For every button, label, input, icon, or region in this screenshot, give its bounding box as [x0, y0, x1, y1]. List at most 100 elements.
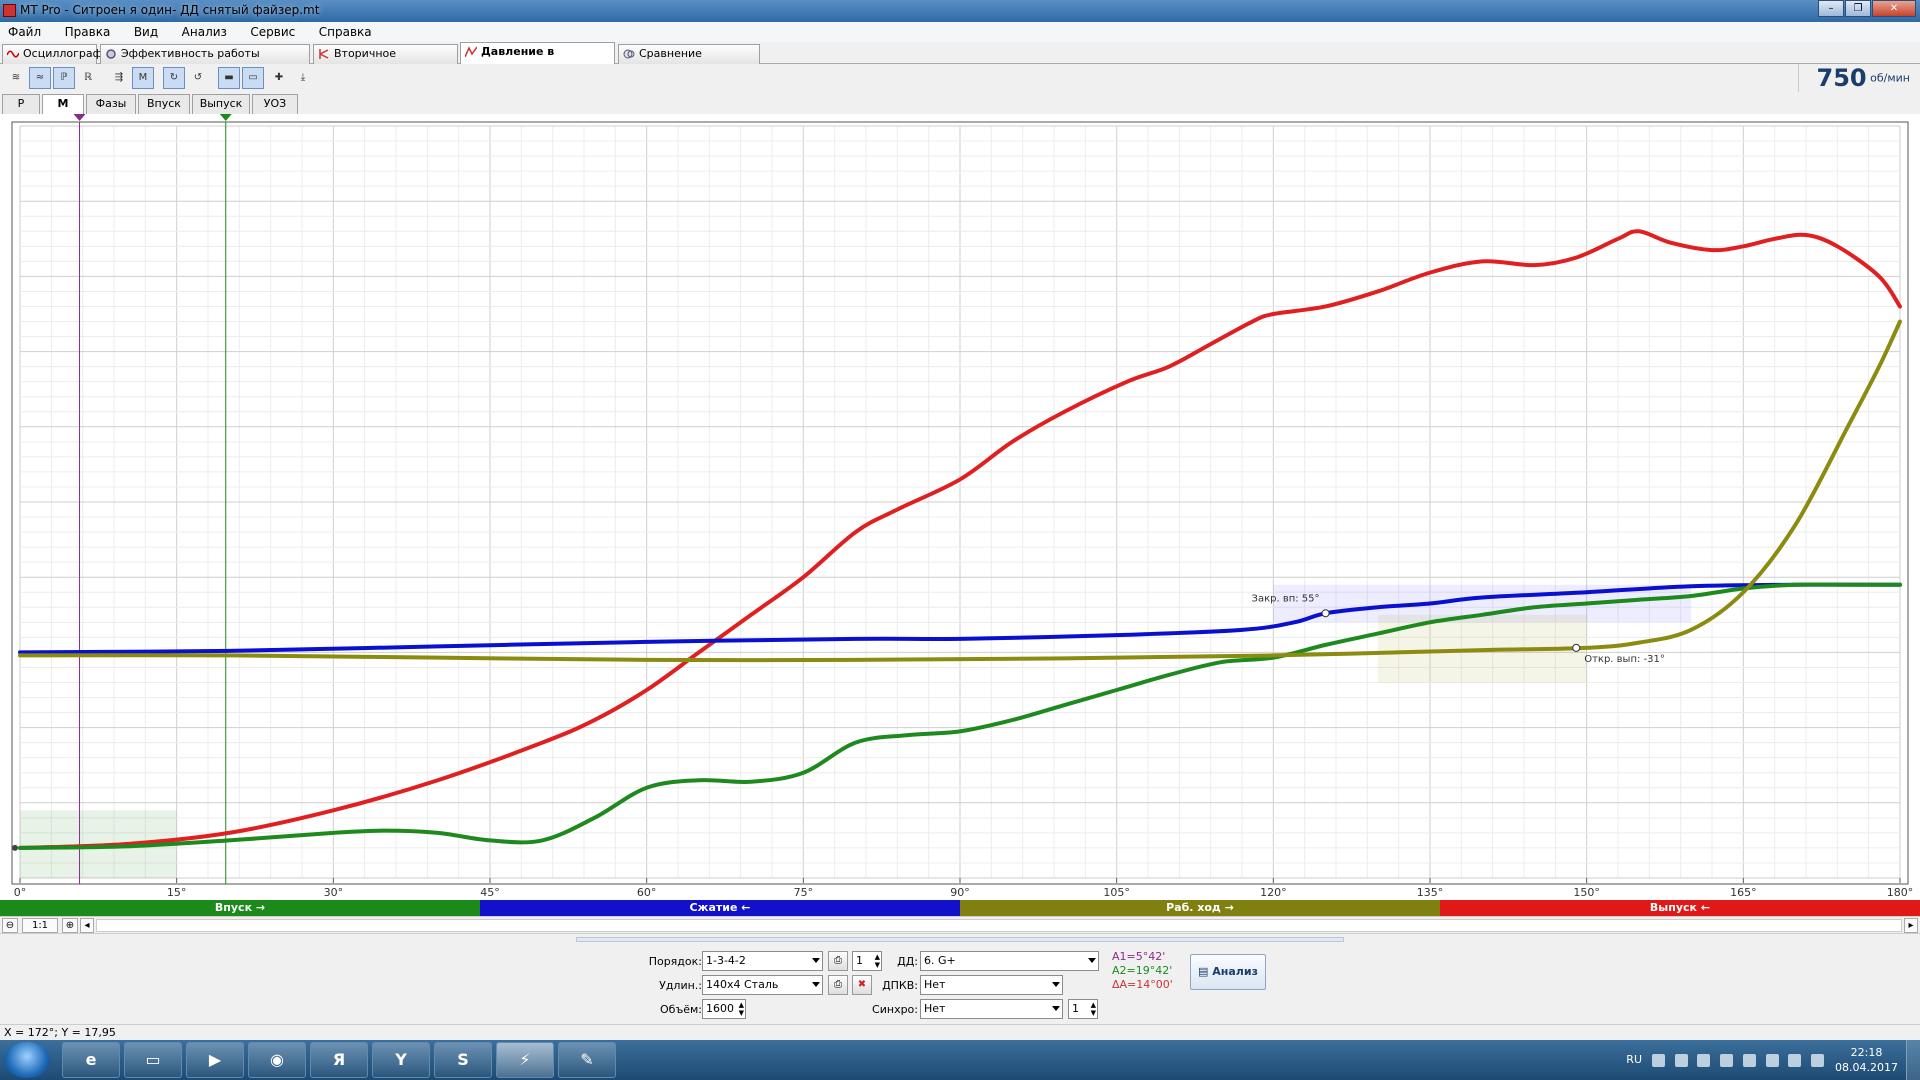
analyze-button[interactable]: ▤ Анализ — [1190, 954, 1266, 990]
antivirus-tray-icon[interactable] — [1697, 1054, 1711, 1067]
x-tick-label: 165° — [1730, 886, 1757, 899]
marker-tool-icon[interactable]: ⇶ — [108, 67, 130, 89]
marker-m-tool-icon[interactable]: M — [132, 67, 154, 89]
volume-spinner[interactable]: 1600 ▲ ▼ — [702, 999, 746, 1019]
order-select[interactable]: 1-3-4-2 — [702, 951, 823, 971]
extension-add-icon[interactable]: ⎙ — [828, 975, 848, 995]
annotation-point-1 — [1572, 643, 1581, 652]
maximize-button[interactable]: ❐ — [1845, 0, 1871, 17]
subtab-m[interactable]: M — [42, 94, 84, 114]
ie-taskbar-icon[interactable]: e — [62, 1042, 120, 1078]
pressure-graph-tool-icon[interactable]: ℙ — [53, 67, 75, 89]
cylinder-spinner[interactable]: 1 ▲ ▼ — [852, 951, 882, 971]
pressure-icon — [465, 46, 477, 58]
sync-spinner[interactable]: 1 ▲ ▼ — [1068, 999, 1098, 1019]
x-tick-label: 135° — [1417, 886, 1444, 899]
menu-file[interactable]: Файл — [8, 22, 41, 42]
x-tick-label: 150° — [1573, 886, 1600, 899]
dpkv-select[interactable]: Нет — [920, 975, 1063, 995]
phase-0: Впуск → — [0, 900, 480, 916]
chevron-down-icon — [812, 982, 820, 987]
subtab-ignition[interactable]: УОЗ — [252, 94, 298, 114]
angle-a1: A1=5°42' — [1112, 950, 1166, 963]
tab-cylinder-comparison[interactable]: Сравнение цилиндров — [618, 44, 760, 78]
volume-tray-icon[interactable] — [1810, 1054, 1824, 1067]
network-tray-icon[interactable] — [1788, 1054, 1802, 1067]
spin-arrows-icon[interactable]: ▲ ▼ — [739, 1001, 744, 1017]
dd-value: 6. G+ — [924, 954, 956, 967]
menu-service[interactable]: Сервис — [250, 22, 295, 42]
menu-analysis[interactable]: Анализ — [182, 22, 227, 42]
subtab-intake[interactable]: Впуск — [138, 94, 190, 114]
add-tool-icon[interactable]: ✚ — [268, 67, 290, 89]
skype-taskbar-icon[interactable]: S — [434, 1042, 492, 1078]
explorer-taskbar-icon[interactable]: ▭ — [124, 1042, 182, 1078]
firefox-taskbar-icon[interactable]: ◉ — [248, 1042, 306, 1078]
spin-arrows-icon[interactable]: ▲ ▼ — [1091, 1001, 1096, 1017]
cursor-a1-handle-icon — [73, 114, 86, 121]
menu-bar: Файл Правка Вид Анализ Сервис Справка — [0, 22, 1920, 42]
export-tool-icon[interactable]: ⤓ — [292, 67, 314, 89]
clock[interactable]: 22:18 08.04.2017 — [1835, 1045, 1898, 1075]
multi-waveform-tool-icon[interactable]: ≈ — [29, 67, 51, 89]
network-app-tray-icon[interactable] — [1720, 1054, 1734, 1067]
menu-view[interactable]: Вид — [134, 22, 158, 42]
menu-help[interactable]: Справка — [319, 22, 372, 42]
subtab-phases[interactable]: Фазы — [86, 94, 136, 114]
tab-cylinder-pressure[interactable]: Давление в цилиндре — [460, 42, 615, 76]
start-button[interactable] — [4, 1042, 50, 1078]
main-tabs: Осциллограф Эффективность работы цилиндр… — [0, 42, 1920, 78]
waveform-tool-icon[interactable]: ≋ — [5, 67, 27, 89]
control-panel: Порядок: 1-3-4-2 ⎙ 1 ▲ ▼ ДД: 6. G+ Удлин.:… — [0, 934, 1920, 1024]
panel-splitter[interactable] — [576, 937, 1344, 942]
display-tray-icon[interactable] — [1742, 1054, 1756, 1067]
angle-a2: A2=19°42' — [1112, 964, 1173, 977]
yandex-browser-taskbar-icon[interactable]: Y — [372, 1042, 430, 1078]
spark-icon — [319, 49, 329, 59]
sync-label: Синхро: — [872, 1003, 918, 1016]
tab-secondary-voltage[interactable]: Вторичное напряжение — [313, 44, 458, 78]
toolbar: ≋ ≈ ℙ ℝ ⇶ M ↻ ↺ ▬ ▭ ✚ ⤓ — [0, 64, 1920, 92]
extension-delete-icon[interactable]: ✖ — [852, 975, 872, 995]
pressure-chart-svg[interactable]: 0° 15° 30° 45° 60° 75° 90° 105° 120° 135° 150° 165°… — [0, 114, 1920, 900]
tray-arrow-icon[interactable] — [1652, 1054, 1665, 1067]
x-tick-label: 15° — [167, 886, 187, 899]
mtpro-taskbar-icon[interactable]: ⚡ — [496, 1042, 554, 1078]
scroll-right-icon[interactable]: ▸ — [1904, 918, 1918, 933]
paint-taskbar-icon[interactable]: ✎ — [558, 1042, 616, 1078]
menu-edit[interactable]: Правка — [65, 22, 111, 42]
yandex-taskbar-icon[interactable]: Я — [310, 1042, 368, 1078]
taskbar: e ▭ ▶ ◉ Я Y S ⚡ ✎ RU 22:18 08.04.2017 — [0, 1040, 1920, 1080]
subtab-p[interactable]: P — [2, 94, 40, 114]
tab-cylinder-efficiency[interactable]: Эффективность работы цилиндров — [100, 44, 310, 78]
rpm-unit: об/мин — [1870, 71, 1910, 85]
phase-3: Выпуск ← — [1440, 900, 1920, 916]
minimize-button[interactable]: – — [1818, 0, 1844, 17]
language-indicator[interactable]: RU — [1626, 1053, 1642, 1066]
sync-select[interactable]: Нет — [920, 999, 1063, 1019]
tab-oscilloscope[interactable]: Осциллограф — [2, 44, 102, 64]
rotate-back-tool-icon[interactable]: ↺ — [187, 67, 209, 89]
pressure-graph-alt-tool-icon[interactable]: ℝ — [77, 67, 99, 89]
nvidia-tray-icon[interactable] — [1674, 1054, 1688, 1067]
extension-label: Удлин.: — [659, 979, 702, 992]
dd-select[interactable]: 6. G+ — [920, 951, 1099, 971]
zoom-out-icon[interactable]: ⊖ — [2, 918, 18, 933]
extension-select[interactable]: 140x4 Сталь — [702, 975, 823, 995]
media-player-taskbar-icon[interactable]: ▶ — [186, 1042, 244, 1078]
horizontal-scrollbar[interactable] — [96, 919, 1902, 932]
flag-tray-icon[interactable] — [1765, 1054, 1779, 1067]
gear-icon — [106, 49, 116, 59]
close-button[interactable]: ✕ — [1872, 0, 1916, 17]
order-apply-icon[interactable]: ⎙ — [828, 951, 848, 971]
zoom-in-icon[interactable]: ⊕ — [62, 918, 78, 933]
subtab-exhaust[interactable]: Выпуск — [192, 94, 250, 114]
rotate-tool-icon[interactable]: ↻ — [163, 67, 185, 89]
zoom-ratio[interactable]: 1:1 — [22, 918, 58, 933]
bar-tool-icon[interactable]: ▬ — [218, 67, 240, 89]
dpkv-label: ДПКВ: — [882, 979, 918, 992]
bar-dual-tool-icon[interactable]: ▭ — [242, 67, 264, 89]
scroll-left-icon[interactable]: ◂ — [80, 918, 94, 933]
show-desktop-button[interactable] — [1906, 1040, 1920, 1080]
pressure-chart[interactable]: 0° 15° 30° 45° 60° 75° 90° 105° 120° 135° 150° 165°… — [0, 114, 1920, 900]
